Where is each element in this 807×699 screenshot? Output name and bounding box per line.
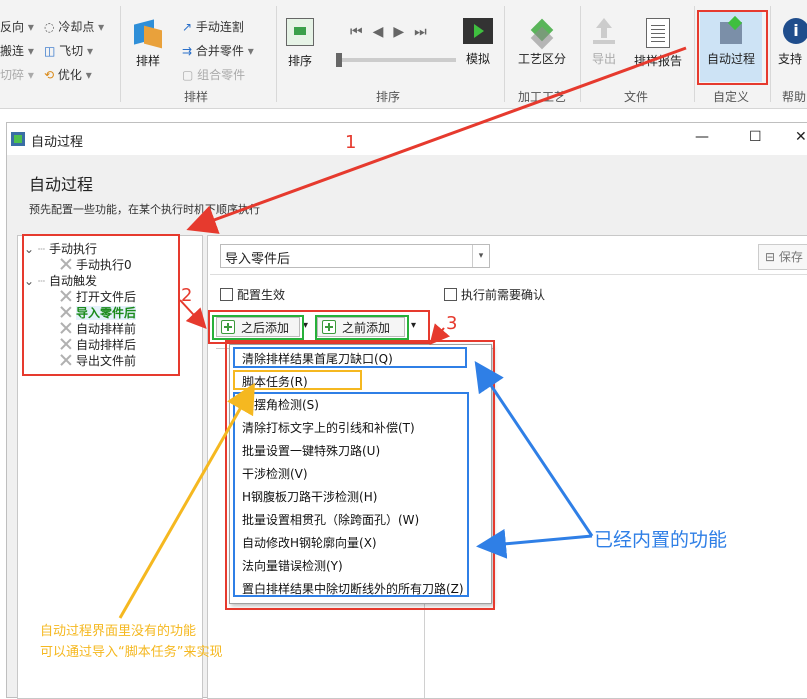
annotation-arrows	[118, 46, 687, 619]
arrow-3	[429, 323, 451, 346]
arrow-1	[186, 46, 687, 234]
arrow-builtin-list	[476, 528, 593, 559]
arrow-builtin-top	[474, 361, 594, 537]
arrow-2	[179, 299, 207, 329]
arrow-script	[118, 382, 255, 619]
